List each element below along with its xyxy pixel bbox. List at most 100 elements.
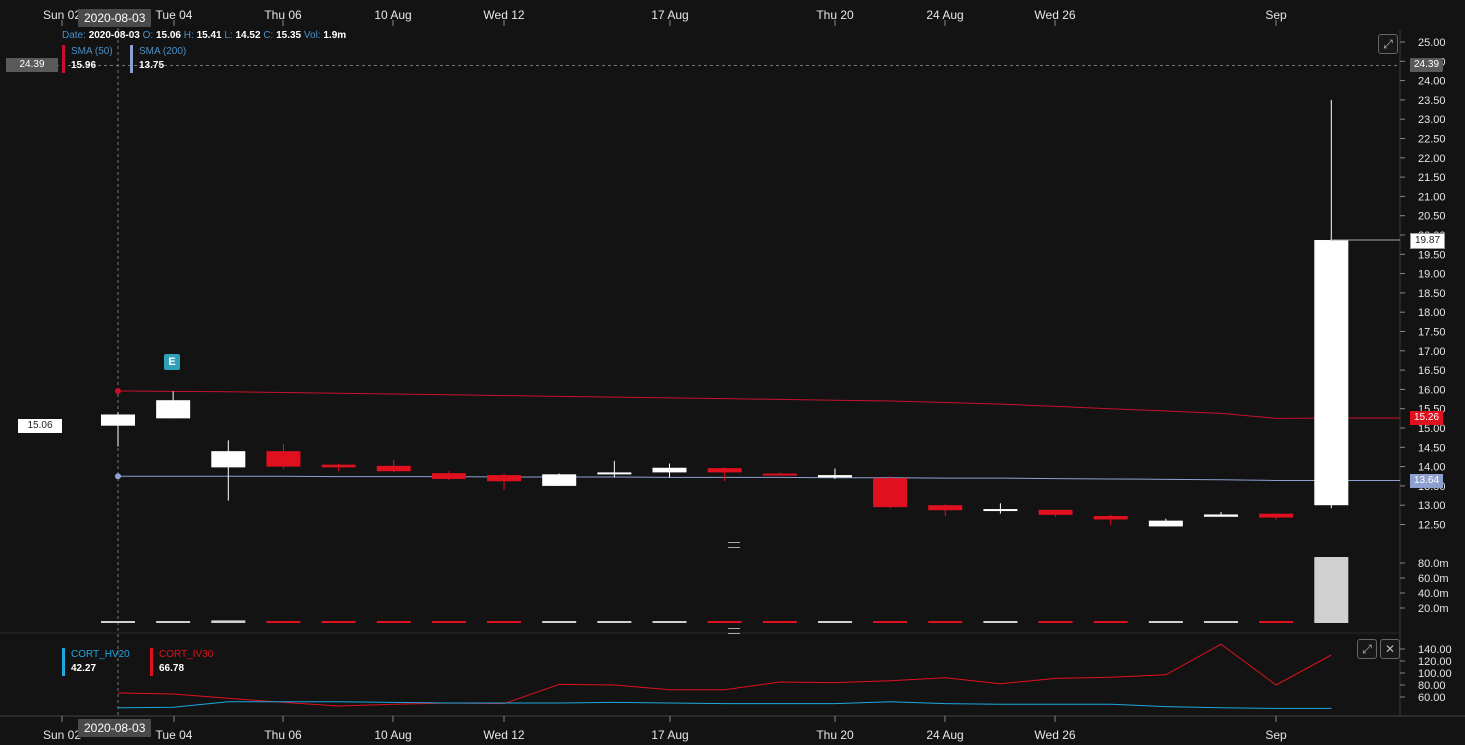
candle-body (376, 465, 411, 472)
close-lower-button[interactable]: ✕ (1380, 639, 1400, 659)
open-label: O: (142, 30, 154, 41)
y-tick-label: 13.00 (1418, 500, 1446, 512)
x-tick-label-bottom: Wed 26 (1034, 728, 1075, 742)
legend-hv20[interactable]: CORT_HV20 42.27 (62, 648, 130, 676)
candle-body (266, 451, 301, 467)
lower-y-tick-label: 140.00 (1418, 644, 1452, 656)
sma50-price-tag: 15.26 (1410, 411, 1444, 425)
resize-handle-icon[interactable] (728, 542, 740, 548)
volume-tick-label: 20.0m (1418, 603, 1449, 615)
close-value: 15.35 (276, 30, 302, 41)
x-tick-label-bottom: Thu 20 (816, 728, 854, 742)
candle-body (873, 478, 908, 508)
y-tick-label: 22.00 (1418, 153, 1446, 165)
volume-label: Vol: (303, 30, 321, 41)
high-label: H: (183, 30, 194, 41)
volume-bar (266, 621, 301, 623)
y-tick-label: 14.50 (1418, 442, 1446, 454)
crosshair-open-price-tag: 15.06 (18, 419, 62, 433)
close-icon: ✕ (1384, 642, 1396, 656)
y-tick-label: 19.50 (1418, 249, 1446, 261)
y-tick-label: 14.00 (1418, 462, 1446, 474)
x-tick-label-bottom: Sep (1265, 728, 1287, 742)
ohlc-readout: Date: 2020-08-03 O: 15.06 H: 15.41 L: 14… (62, 30, 346, 41)
x-tick-label-top: 17 Aug (651, 8, 688, 22)
y-tick-label: 16.50 (1418, 365, 1446, 377)
legend-sma50-value: 15.96 (71, 60, 97, 71)
volume-bar (873, 621, 908, 623)
y-tick-label: 16.00 (1418, 384, 1446, 396)
candle-body (1259, 513, 1294, 518)
date-value: 2020-08-03 (88, 30, 140, 41)
candle-body (817, 475, 852, 478)
y-tick-label: 17.50 (1418, 327, 1446, 339)
volume-bar (1204, 621, 1238, 623)
expand-icon: ⤢ (1362, 642, 1372, 656)
x-tick-label-bottom: 24 Aug (926, 728, 963, 742)
y-tick-label: 23.00 (1418, 114, 1446, 126)
legend-sma200-value: 13.75 (139, 60, 165, 71)
y-tick-label: 17.00 (1418, 346, 1446, 358)
candle-body (101, 414, 135, 426)
crosshair-price-left: 24.39 (6, 58, 58, 72)
legend-sma200[interactable]: SMA (200) 13.75 (130, 45, 186, 73)
candle-body (652, 467, 687, 473)
volume-bar (762, 621, 797, 623)
volume-tick-label: 40.0m (1418, 588, 1449, 600)
sma50-crosshair-dot (115, 387, 121, 394)
legend-sma50-name: SMA (50) (71, 46, 113, 57)
x-tick-label-top: 24 Aug (926, 8, 963, 22)
lower-y-tick-label: 100.00 (1418, 668, 1452, 680)
candle-body (542, 474, 577, 486)
candle-body (928, 505, 963, 511)
sma200-price-tag: 13.64 (1410, 474, 1444, 488)
date-label: Date: (62, 30, 86, 41)
expand-lower-button[interactable]: ⤢ (1357, 639, 1377, 659)
legend-hv20-value: 42.27 (71, 663, 97, 674)
candle-body (597, 472, 632, 475)
candle-body (211, 451, 246, 468)
expand-main-button[interactable]: ⤢ (1378, 34, 1398, 54)
volume-bar (983, 621, 1018, 623)
resize-handle-icon[interactable] (728, 628, 740, 634)
earnings-marker[interactable]: E (164, 354, 180, 370)
x-tick-label-top: Sun 02 (43, 8, 81, 22)
crosshair-price-right: 24.39 (1410, 58, 1444, 72)
x-tick-label-top: Thu 20 (816, 8, 854, 22)
x-tick-label-bottom: Thu 06 (264, 728, 302, 742)
volume-bar (817, 621, 852, 623)
y-tick-label: 12.50 (1418, 520, 1446, 532)
candle-body (487, 475, 522, 482)
legend-sma200-name: SMA (200) (139, 46, 187, 57)
iv30-line (117, 643, 1332, 707)
lower-y-tick-label: 60.00 (1418, 692, 1446, 704)
x-tick-label-bottom: Sun 02 (43, 728, 81, 742)
lower-y-tick-label: 120.00 (1418, 656, 1452, 668)
volume-bar (211, 620, 246, 623)
open-value: 15.06 (155, 30, 181, 41)
candle-body (983, 509, 1018, 512)
x-tick-label-bottom: 17 Aug (651, 728, 688, 742)
volume-bar (1259, 621, 1294, 623)
candle-body (156, 400, 191, 419)
volume-bar (376, 621, 411, 623)
x-tick-label-top: Sep (1265, 8, 1287, 22)
candle-body (1314, 240, 1349, 506)
legend-hv20-name: CORT_HV20 (71, 649, 130, 660)
volume-tick-label: 80.0m (1418, 558, 1449, 570)
candle-body (1148, 520, 1183, 527)
legend-sma50[interactable]: SMA (50) 15.96 (62, 45, 113, 73)
candle-body (707, 468, 742, 473)
legend-iv30-value: 66.78 (159, 663, 185, 674)
y-tick-label: 19.00 (1418, 269, 1446, 281)
volume-bar (1148, 621, 1183, 623)
y-tick-label: 18.00 (1418, 307, 1446, 319)
candle-body (1038, 509, 1073, 515)
x-tick-label-bottom: Tue 04 (156, 728, 193, 742)
volume-bar (542, 621, 577, 623)
hv20-line (117, 701, 1332, 709)
legend-iv30[interactable]: CORT_IV30 66.78 (150, 648, 213, 676)
y-tick-label: 21.00 (1418, 191, 1446, 203)
last-close-tag: 19.87 (1410, 233, 1446, 249)
volume-bar (487, 621, 522, 623)
